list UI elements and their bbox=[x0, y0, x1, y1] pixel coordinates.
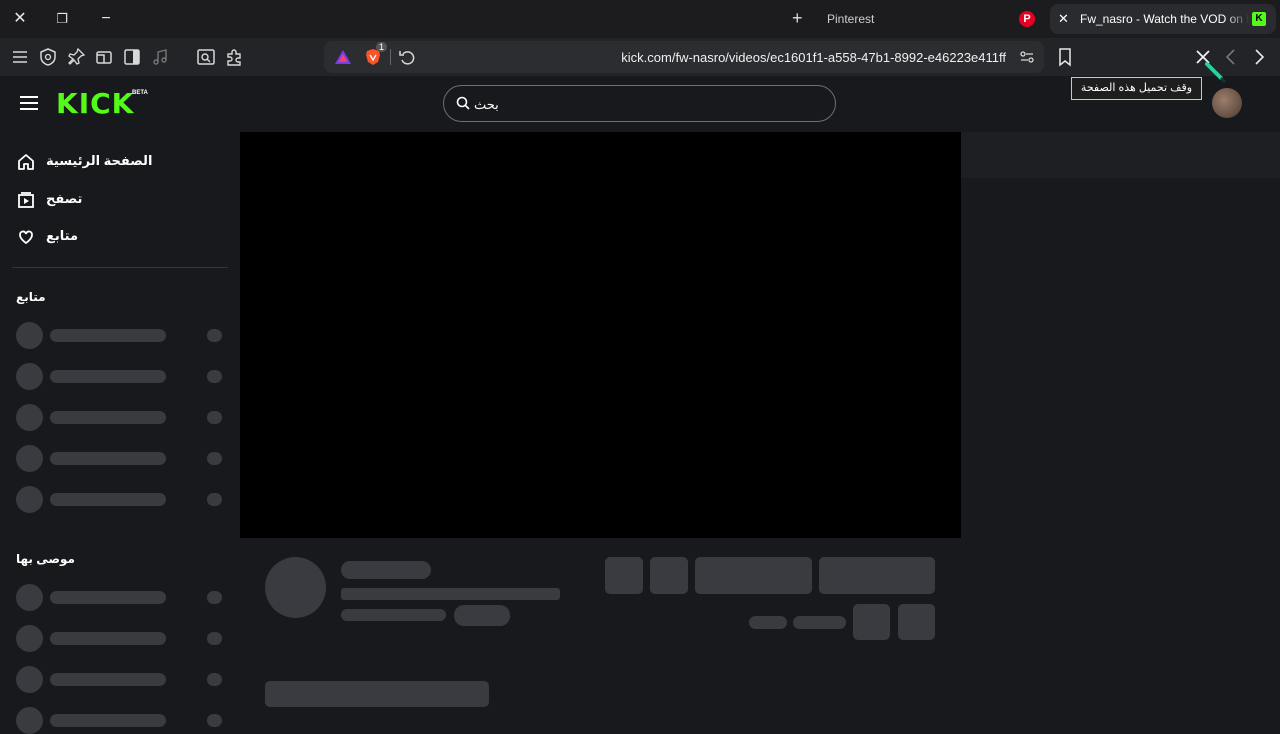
skeleton-channel-row bbox=[16, 403, 226, 431]
tabs-icon[interactable] bbox=[93, 46, 115, 68]
stop-loading-tooltip: وقف تحميل هذه الصفحة bbox=[1071, 77, 1202, 100]
skeleton-bar bbox=[265, 681, 489, 707]
reload-icon[interactable] bbox=[396, 46, 418, 68]
address-divider bbox=[390, 49, 391, 65]
site-settings-icon[interactable] bbox=[1016, 46, 1038, 68]
tab-pinterest[interactable]: + Pinterest P bbox=[784, 4, 1040, 34]
sidebar-item-home[interactable]: الصفحة الرئيسية bbox=[16, 150, 216, 174]
home-icon bbox=[18, 154, 34, 170]
skeleton-stat bbox=[793, 616, 846, 629]
tab-strip: ✕ ❐ − + Pinterest P ✕ Fw_nasro - Watch t… bbox=[0, 0, 1280, 38]
sidebar: الصفحة الرئيسية تصفح متابع متابع موصى به… bbox=[0, 132, 240, 734]
tab-kick-vod[interactable]: ✕ Fw_nasro - Watch the VOD on Kick K bbox=[1050, 4, 1276, 34]
beta-badge: BETA bbox=[132, 90, 148, 96]
skeleton-title bbox=[341, 561, 431, 579]
url-text[interactable]: kick.com/fw-nasro/videos/ec1601f1-a558-4… bbox=[621, 50, 1006, 65]
skeleton-button bbox=[819, 557, 935, 594]
heart-icon bbox=[19, 230, 33, 245]
avatar[interactable] bbox=[1212, 88, 1242, 118]
skeleton-channel-row bbox=[16, 485, 226, 513]
skeleton-avatar bbox=[265, 557, 326, 618]
skeleton-channel-row bbox=[16, 583, 226, 611]
browser-toolbar: 1 kick.com/fw-nasro/videos/ec1601f1-a558… bbox=[0, 38, 1280, 76]
search-icon bbox=[456, 96, 470, 110]
skeleton-channel-row bbox=[16, 706, 226, 734]
skeleton-channel-row bbox=[16, 321, 226, 349]
sidebar-item-label: تصفح bbox=[46, 191, 83, 206]
tab-title: Pinterest bbox=[827, 12, 875, 26]
sidebar-item-following[interactable]: متابع bbox=[16, 225, 216, 249]
chat-panel-header bbox=[961, 132, 1280, 178]
skeleton-button bbox=[605, 557, 643, 594]
following-section-title: متابع bbox=[16, 290, 46, 304]
sidebar-divider bbox=[12, 267, 228, 268]
logo-text: KICK bbox=[56, 87, 135, 120]
skeleton-channel-row bbox=[16, 444, 226, 472]
browse-icon bbox=[18, 192, 34, 208]
skeleton-line bbox=[341, 609, 446, 621]
address-bar[interactable]: 1 kick.com/fw-nasro/videos/ec1601f1-a558… bbox=[324, 41, 1044, 73]
music-icon[interactable] bbox=[149, 46, 171, 68]
reader-search-icon[interactable] bbox=[195, 46, 217, 68]
search-box[interactable] bbox=[443, 85, 836, 122]
skeleton-stat bbox=[749, 616, 787, 629]
tab-title: Fw_nasro - Watch the VOD on Kick bbox=[1080, 12, 1250, 26]
minimize-window-icon[interactable]: − bbox=[93, 7, 119, 31]
pinterest-favicon-icon: P bbox=[1019, 11, 1035, 27]
video-player[interactable] bbox=[240, 132, 961, 538]
kick-favicon-icon: K bbox=[1252, 12, 1266, 26]
skeleton-channel-row bbox=[16, 624, 226, 652]
kick-logo[interactable]: KICK BETA bbox=[56, 87, 148, 120]
recommended-section-title: موصى بها bbox=[16, 552, 75, 566]
new-tab-icon[interactable]: + bbox=[792, 8, 803, 28]
skeleton-button bbox=[898, 604, 935, 640]
skeleton-channel-row bbox=[16, 362, 226, 390]
close-window-icon[interactable]: ✕ bbox=[7, 7, 33, 31]
hamburger-menu-icon[interactable] bbox=[20, 96, 38, 110]
skeleton-button bbox=[853, 604, 890, 640]
shield-count-badge: 1 bbox=[376, 42, 388, 52]
shield-icon[interactable] bbox=[37, 46, 59, 68]
skeleton-tag bbox=[454, 605, 510, 626]
sidebar-item-browse[interactable]: تصفح bbox=[16, 188, 216, 212]
skeleton-button bbox=[650, 557, 688, 594]
bookmark-icon[interactable] bbox=[1054, 46, 1076, 68]
sidebar-toggle-icon[interactable] bbox=[121, 46, 143, 68]
sidebar-item-label: الصفحة الرئيسية bbox=[46, 153, 153, 168]
skeleton-line bbox=[341, 588, 560, 600]
extensions-icon[interactable] bbox=[223, 46, 245, 68]
close-tab-icon[interactable]: ✕ bbox=[1058, 10, 1069, 28]
restore-window-icon[interactable]: ❐ bbox=[49, 7, 75, 31]
skeleton-button bbox=[695, 557, 812, 594]
pen-cursor-icon bbox=[1205, 62, 1227, 84]
sidebar-item-label: متابع bbox=[46, 228, 78, 243]
pin-icon[interactable] bbox=[65, 46, 87, 68]
brave-rewards-icon[interactable] bbox=[332, 46, 354, 68]
forward-arrow-icon[interactable] bbox=[1248, 46, 1270, 68]
search-input[interactable] bbox=[474, 94, 774, 114]
menu-icon[interactable] bbox=[9, 46, 31, 68]
skeleton-channel-row bbox=[16, 665, 226, 693]
